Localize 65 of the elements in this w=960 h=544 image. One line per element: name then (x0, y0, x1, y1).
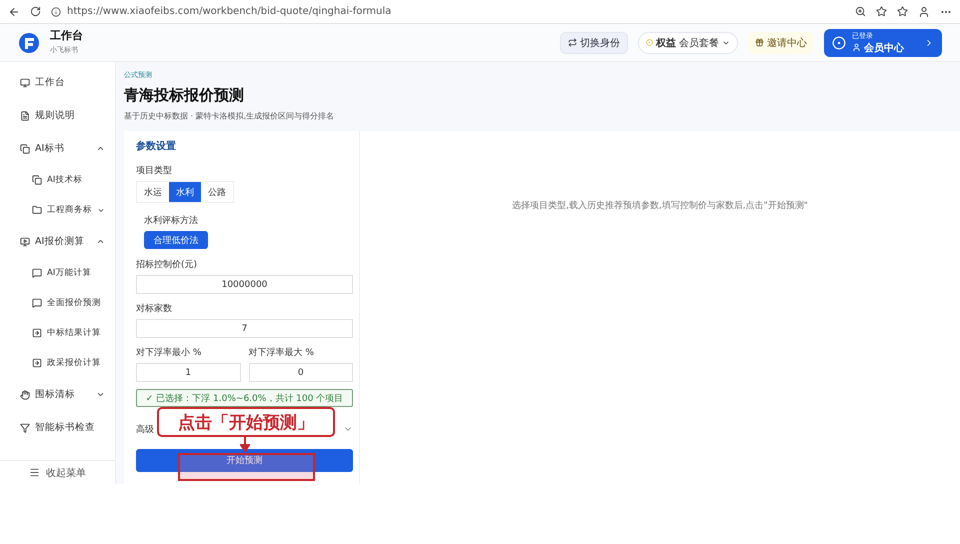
benefit-dropdown[interactable]: 权益 会员套餐 (638, 32, 738, 54)
logo-icon (18, 32, 40, 54)
page-title: 青海投标报价预测 (124, 86, 245, 105)
field-label: 对标家数 (136, 302, 173, 315)
ring-icon (832, 36, 846, 50)
user-icon (852, 43, 861, 52)
reload-icon[interactable] (30, 6, 41, 17)
box-icon (32, 328, 42, 338)
invite-button[interactable]: 邀请中心 (748, 32, 814, 54)
filter-icon (20, 422, 30, 432)
chat-icon (32, 268, 42, 278)
sidebar-item[interactable]: 规则说明 (0, 99, 115, 132)
type-tab[interactable]: 水利 (169, 182, 201, 202)
folder-icon (32, 205, 42, 215)
input-field[interactable]: 7 (136, 319, 353, 338)
sidebar-subitem[interactable]: 政采报价计算 (0, 348, 115, 378)
chat-icon (32, 298, 42, 308)
sidebar-subitem[interactable]: 全面报价预测 (0, 288, 115, 318)
copy-icon (20, 144, 30, 154)
sidebar-item[interactable]: AI标书 (0, 132, 115, 165)
favorite-icon[interactable] (876, 6, 887, 17)
brand-title: 工作台 (50, 28, 84, 43)
section-title: 参数设置 (136, 140, 177, 153)
menu-icon (29, 467, 40, 478)
zoom-icon[interactable] (855, 6, 866, 17)
field-label: 招标控制价(元) (136, 258, 198, 271)
switch-icon (568, 38, 577, 47)
profile-icon[interactable] (918, 6, 930, 18)
input-field[interactable]: 0 (248, 363, 353, 382)
annotation-callout: 点击「开始预测」 (157, 407, 335, 437)
sidebar-subitem[interactable]: 工程商务标 (0, 195, 115, 225)
back-icon[interactable] (8, 6, 20, 18)
collapse-menu-button[interactable]: 收起菜单 (0, 460, 115, 484)
sidebar-item[interactable]: 智能标书检查 (0, 411, 115, 444)
site-info-icon[interactable] (51, 6, 61, 16)
favorites-icon[interactable] (897, 6, 908, 17)
empty-hint: 选择项目类型,载入历史推荐预填参数,填写控制价与家数后,点击"开始预测" (512, 200, 808, 213)
field-label: 水利评标方法 (144, 214, 199, 227)
sidebar-subitem[interactable]: AI技术标 (0, 165, 115, 195)
sidebar-subitem[interactable]: AI万能计算 (0, 258, 115, 288)
copy-icon (32, 175, 42, 185)
sidebar-subitem[interactable]: 中标结果计算 (0, 318, 115, 348)
switch-identity-button[interactable]: 切换身份 (560, 32, 628, 54)
start-button[interactable]: 开始预测 (136, 449, 353, 472)
input-field[interactable]: 1 (136, 363, 240, 382)
advanced-settings-label[interactable]: 高级 (136, 422, 154, 436)
page-subtitle: 基于历史中标数据 · 蒙特卡洛模拟,生成报价区间与得分排名 (124, 110, 336, 122)
sidebar-item[interactable]: 工作台 (0, 66, 115, 99)
gift-icon (755, 38, 764, 47)
document-icon (20, 110, 30, 120)
arrow-icon (240, 437, 250, 453)
status-dot-icon (646, 39, 653, 46)
screen-icon (20, 236, 30, 246)
box-icon (32, 358, 42, 368)
selection-notice: ✓ 已选择：下浮 1.0%~6.0%，共计 100 个项目 (136, 389, 353, 407)
monitor-icon (20, 78, 30, 88)
field-label: 对下浮率最大 % (248, 346, 315, 359)
field-label: 对下浮率最小 % (136, 346, 202, 359)
input-field[interactable]: 10000000 (136, 275, 353, 294)
sidebar-item[interactable]: AI报价测算 (0, 225, 115, 258)
field-label: 项目类型 (136, 164, 173, 177)
address-bar[interactable]: https://www.xiaofeibs.com/workbench/bid-quote/qinghai-formula (67, 6, 392, 17)
hand-icon (20, 390, 30, 400)
method-button[interactable]: 合理低价法 (144, 231, 208, 249)
sidebar-item[interactable]: 围标清标 (0, 378, 115, 411)
